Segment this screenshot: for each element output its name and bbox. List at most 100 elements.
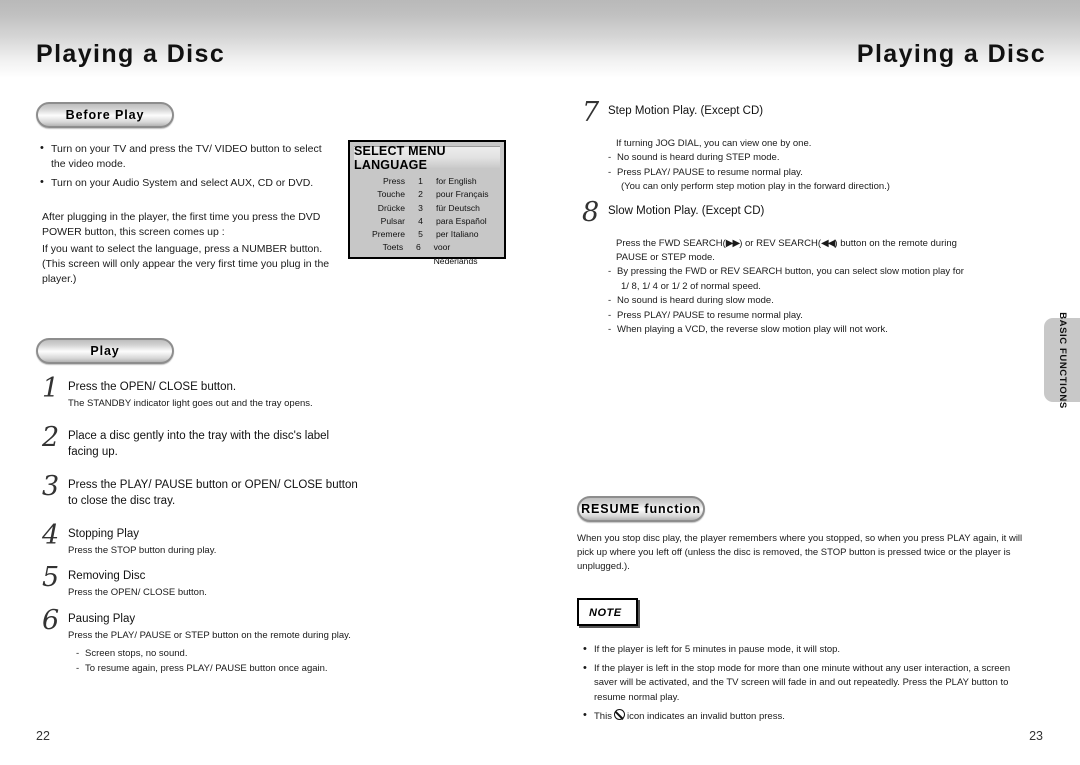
page-number-left: 22 bbox=[36, 729, 50, 743]
cell-number: 6 bbox=[415, 242, 421, 253]
step-heading: Pausing Play bbox=[68, 613, 136, 625]
list-item-continuation: 1/ 8, 1/ 4 or 1/ 2 of normal speed. bbox=[621, 280, 761, 292]
section-heading-resume-function: RESUME function bbox=[577, 496, 705, 522]
note-bullet-list: If the player is left for 5 minutes in p… bbox=[583, 642, 1033, 729]
step-number: 6 bbox=[42, 605, 60, 636]
play-step-4: 4 Stopping Play Press the STOP button du… bbox=[42, 520, 362, 558]
slow-motion-play-heading: 8 Slow Motion Play. (Except CD) bbox=[582, 197, 982, 228]
list-item: By pressing the FWD or REV SEARCH button… bbox=[608, 265, 998, 294]
step-number: 8 bbox=[582, 197, 600, 228]
section-heading-play-label: Play bbox=[90, 344, 120, 358]
list-item-text: By pressing the FWD or REV SEARCH button… bbox=[617, 266, 964, 277]
step-heading: Slow Motion Play. (Except CD) bbox=[608, 205, 765, 217]
cell-word: Premere bbox=[372, 229, 405, 240]
play-step-2: 2 Place a disc gently into the tray with… bbox=[42, 422, 357, 460]
before-play-bullet-list: Turn on your TV and press the TV/ VIDEO … bbox=[40, 141, 330, 195]
language-table-title: SELECT MENU LANGUAGE bbox=[354, 144, 500, 172]
slow-motion-intro-a: Press the FWD SEARCH( bbox=[616, 238, 726, 249]
section-heading-before-play: Before Play bbox=[36, 102, 174, 128]
cell-word: Drücke bbox=[377, 202, 405, 213]
step-number: 4 bbox=[42, 520, 60, 551]
table-row: Touche 2 pour Français bbox=[360, 188, 494, 201]
step-detail: Press the OPEN/ CLOSE button. bbox=[68, 587, 207, 598]
cell-language: voor Nederlands bbox=[433, 242, 478, 266]
list-item: Turn on your Audio System and select AUX… bbox=[40, 175, 330, 191]
page-number-right: 23 bbox=[1029, 729, 1043, 743]
play-step-5: 5 Removing Disc Press the OPEN/ CLOSE bu… bbox=[42, 562, 362, 600]
note-box: NOTE bbox=[577, 598, 638, 626]
list-item: No sound is heard during STEP mode. bbox=[608, 151, 988, 166]
list-item: When playing a VCD, the reverse slow mot… bbox=[608, 323, 998, 338]
step-heading: Place a disc gently into the tray with t… bbox=[68, 430, 330, 458]
page-title-right: Playing a Disc bbox=[856, 40, 1046, 68]
resume-paragraph-line-2: where you left off (unless the disc is r… bbox=[577, 547, 1011, 572]
slow-motion-intro-d: PAUSE or STEP mode. bbox=[616, 252, 715, 263]
list-item-invalid-icon: This icon indicates an invalid button pre… bbox=[583, 708, 1033, 725]
list-item: If the player is left in the stop mode f… bbox=[583, 661, 1033, 706]
fwd-search-icon: ▶▶ bbox=[725, 238, 740, 249]
step-heading: Press the OPEN/ CLOSE button. bbox=[68, 381, 237, 393]
cell-word: Touche bbox=[377, 189, 405, 200]
side-tab-basic-functions: BASIC FUNCTIONS bbox=[1044, 312, 1080, 408]
list-item-text: Press PLAY/ PAUSE to resume normal play. bbox=[617, 166, 803, 178]
play-step-3: 3 Press the PLAY/ PAUSE button or OPEN/ … bbox=[42, 471, 362, 509]
step-number: 5 bbox=[42, 562, 60, 593]
list-item: No sound is heard during slow mode. bbox=[608, 294, 998, 309]
table-row: Pulsar 4 para Español bbox=[360, 215, 494, 228]
section-heading-play: Play bbox=[36, 338, 174, 364]
step-motion-dash-list: No sound is heard during STEP mode. Pres… bbox=[608, 151, 988, 195]
slow-motion-intro: Press the FWD SEARCH(▶▶) or REV SEARCH(◀… bbox=[616, 237, 991, 265]
slow-motion-dash-list: By pressing the FWD or REV SEARCH button… bbox=[608, 265, 998, 338]
cell-language: pour Français bbox=[436, 189, 489, 200]
select-menu-language-table: SELECT MENU LANGUAGE Press 1 for English… bbox=[348, 140, 506, 266]
list-item: Press PLAY/ PAUSE to resume normal play.… bbox=[608, 166, 988, 195]
list-item: To resume again, press PLAY/ PAUSE butto… bbox=[76, 662, 366, 677]
cell-number: 2 bbox=[418, 189, 423, 200]
cell-word: Pulsar bbox=[380, 215, 405, 226]
cell-word: Toets bbox=[382, 242, 404, 253]
step-heading: Stopping Play bbox=[68, 528, 139, 540]
pausing-play-dash-list: Screen stops, no sound. To resume again,… bbox=[76, 647, 366, 676]
before-play-paragraph-1: After plugging in the player, the first … bbox=[42, 211, 321, 238]
table-row: Drücke 3 für Deutsch bbox=[360, 202, 494, 215]
cell-word: Press bbox=[383, 176, 405, 186]
rev-search-icon: ◀◀ bbox=[821, 238, 835, 249]
play-step-1: 1 Press the OPEN/ CLOSE button. The STAN… bbox=[42, 373, 362, 411]
step-detail: The STANDBY indicator light goes out and… bbox=[68, 398, 313, 409]
list-item: If the player is left for 5 minutes in p… bbox=[583, 642, 1033, 658]
step-number: 7 bbox=[582, 97, 600, 128]
step-heading: Removing Disc bbox=[68, 570, 146, 582]
resume-paragraph: When you stop disc play, the player reme… bbox=[577, 532, 1029, 574]
step-heading: Press the PLAY/ PAUSE button or OPEN/ CL… bbox=[68, 479, 358, 507]
step-detail: Press the PLAY/ PAUSE or STEP button on … bbox=[68, 630, 351, 641]
step-number: 2 bbox=[42, 422, 60, 453]
list-item-continuation: (You can only perform step motion play i… bbox=[621, 181, 890, 192]
table-row: Press 1 for English bbox=[360, 175, 494, 188]
step-motion-intro: If turning JOG DIAL, you can view one by… bbox=[616, 138, 812, 149]
play-step-6: 6 Pausing Play Press the PLAY/ PAUSE or … bbox=[42, 605, 367, 643]
before-play-paragraph-2: If you want to select the language, pres… bbox=[42, 243, 330, 285]
slow-motion-intro-c: ) button on the remote during bbox=[834, 238, 957, 249]
cell-language: per Italiano bbox=[436, 229, 479, 240]
language-table-title-label: SELECT MENU LANGUAGE bbox=[354, 143, 446, 172]
note-icon-prefix: This bbox=[594, 711, 612, 722]
step-number: 1 bbox=[42, 373, 60, 404]
step-motion-play-heading: 7 Step Motion Play. (Except CD) bbox=[582, 97, 982, 128]
cell-number: 5 bbox=[418, 229, 423, 240]
cell-language: für Deutsch bbox=[436, 202, 480, 213]
note-box-label: NOTE bbox=[589, 607, 622, 619]
table-row: Premere 5 per Italiano bbox=[360, 228, 494, 241]
cell-number: 4 bbox=[418, 215, 423, 226]
page-title-left: Playing a Disc bbox=[36, 40, 226, 68]
manual-page-spread: Playing a Disc Playing a Disc Before Pla… bbox=[0, 0, 1080, 765]
section-heading-before-play-label: Before Play bbox=[65, 108, 145, 122]
cell-language: for English bbox=[436, 176, 477, 186]
list-item: Press PLAY/ PAUSE to resume normal play. bbox=[608, 309, 998, 324]
step-detail: Press the STOP button during play. bbox=[68, 545, 217, 556]
cell-number: 1 bbox=[418, 176, 423, 186]
step-number: 3 bbox=[42, 471, 60, 502]
cell-language: para Español bbox=[436, 215, 487, 226]
side-tab-label: BASIC FUNCTIONS bbox=[1056, 311, 1068, 409]
step-heading: Step Motion Play. (Except CD) bbox=[608, 105, 764, 117]
language-table-rows: Press 1 for English Touche 2 pour França… bbox=[350, 168, 504, 276]
